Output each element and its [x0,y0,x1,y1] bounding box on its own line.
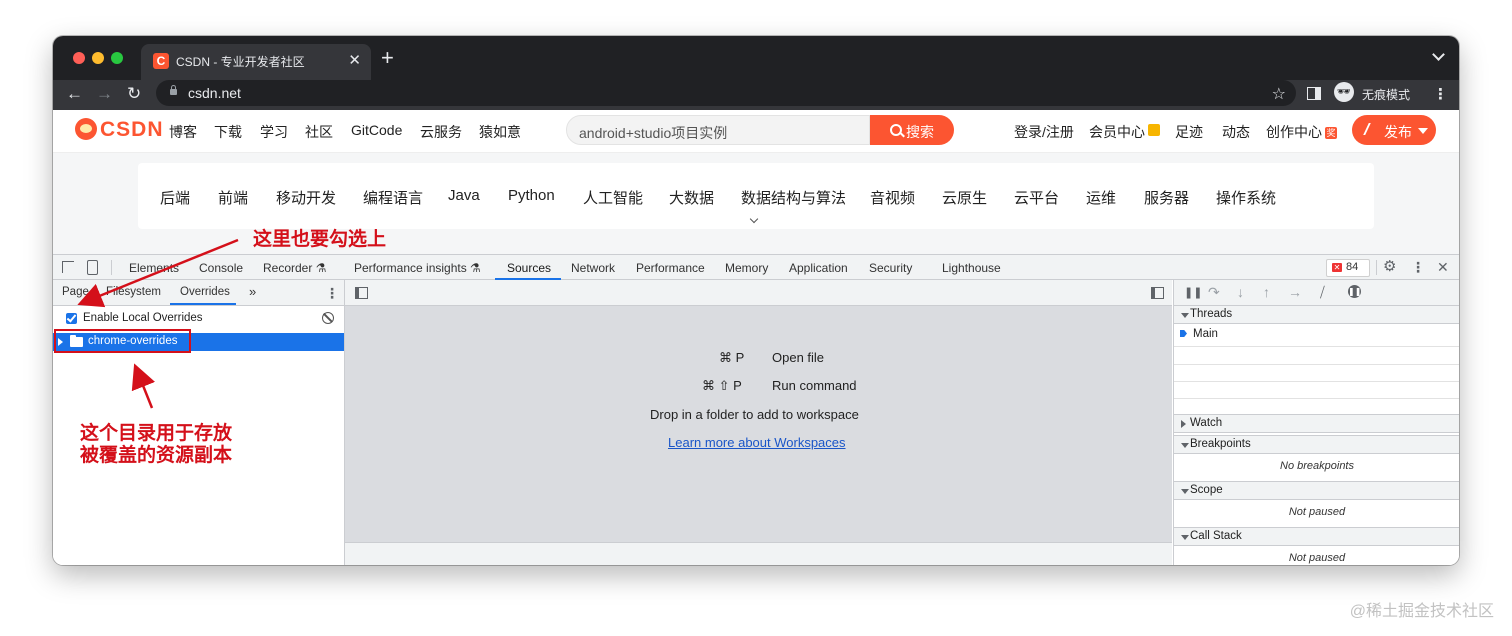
annotation-check-note: 这里也要勾选上 [253,229,387,250]
annotation-folder-note-2: 被覆盖的资源副本 [80,445,233,466]
annotation-arrows [77,238,239,409]
arrow-to-folder [131,363,156,409]
arrow-to-checkbox [77,238,239,308]
watermark: @稀土掘金技术社区 [1349,603,1494,620]
